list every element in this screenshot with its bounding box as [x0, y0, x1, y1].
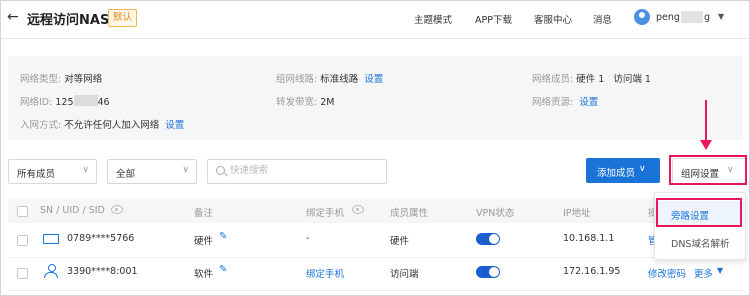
user-icon	[44, 264, 58, 278]
change-password-link[interactable]: 修改密码	[648, 266, 686, 280]
resource-setting-link[interactable]: 设置	[579, 97, 598, 108]
row-phone: -	[306, 233, 310, 244]
eye-icon[interactable]	[352, 205, 364, 214]
row-sn: 3390****8:001	[67, 266, 138, 277]
row-remark: 软件	[194, 269, 214, 280]
edit-pencil-icon[interactable]: ✎	[219, 231, 227, 242]
network-resources: 网络资源: 设置	[532, 97, 599, 108]
arrow-left-icon[interactable]: ←	[7, 9, 19, 25]
edit-pencil-icon[interactable]: ✎	[219, 264, 227, 275]
chevron-down-icon: ∨	[82, 165, 89, 175]
table-row: 0789****5766 硬件 ✎ - 硬件 10.168.1.1 管	[8, 223, 743, 258]
default-badge: 默认	[108, 9, 138, 27]
caret-down-icon[interactable]: ▼	[718, 12, 724, 21]
col-sn: SN / UID / SID	[40, 205, 105, 216]
vpn-toggle[interactable]	[476, 233, 500, 245]
row-ip: 172.16.1.95	[563, 266, 621, 277]
bind-phone-link[interactable]: 绑定手机	[306, 266, 344, 280]
row-member-attr: 硬件	[390, 236, 410, 247]
network-id: 网络ID: 125 46	[20, 95, 110, 108]
row-member-attr: 访问端	[390, 269, 419, 280]
group-link: 组网线路: 标准线路 设置	[276, 74, 384, 85]
avatar[interactable]	[634, 9, 650, 25]
chevron-down-icon: ∨	[182, 165, 189, 175]
col-phone: 绑定手机	[306, 208, 345, 219]
row-remark: 硬件	[194, 236, 214, 247]
annotation-highlight-menu-item	[656, 198, 742, 227]
menu-item-dns-resolution[interactable]: DNS域名解析	[655, 229, 745, 253]
search-input[interactable]	[230, 163, 380, 178]
annotation-arrow-head	[700, 140, 712, 150]
page-title: 远程访问NAS	[27, 13, 110, 28]
nav-support[interactable]: 客服中心	[534, 12, 572, 26]
col-ip: IP地址	[563, 208, 591, 219]
member-filter-select[interactable]: 所有成员 ∨	[8, 159, 97, 184]
network-type: 网络类型: 对等网络	[20, 74, 103, 85]
row-sn: 0789****5766	[67, 233, 135, 244]
nav-messages[interactable]: 消息	[593, 12, 612, 26]
row-ip: 10.168.1.1	[563, 233, 615, 244]
row-checkbox[interactable]	[17, 235, 28, 246]
header-divider	[1, 38, 749, 39]
vpn-toggle[interactable]	[476, 266, 500, 278]
hardware-device-icon	[43, 234, 59, 245]
row-checkbox[interactable]	[17, 268, 28, 279]
nav-theme-mode[interactable]: 主题模式	[414, 12, 452, 26]
col-member-attr: 成员属性	[390, 208, 429, 219]
add-member-button[interactable]: 添加成员 ∨	[586, 158, 660, 183]
more-link[interactable]: 更多	[694, 266, 713, 280]
join-method-setting-link[interactable]: 设置	[165, 120, 184, 131]
group-link-setting-link[interactable]: 设置	[364, 74, 383, 85]
join-method: 入网方式: 不允许任何人加入网络 设置	[20, 120, 185, 131]
user-name[interactable]: peng	[656, 12, 680, 23]
annotation-highlight-box	[669, 155, 747, 185]
nav-app-download[interactable]: APP下载	[475, 12, 512, 26]
chevron-down-icon: ∨	[639, 164, 646, 174]
network-members: 网络成员: 硬件 1 访问端 1	[532, 74, 651, 85]
search-icon	[216, 166, 225, 175]
table-header: SN / UID / SID 备注 绑定手机 成员属性 VPN状态 IP地址 操	[8, 199, 743, 223]
status-filter-select[interactable]: 全部 ∨	[107, 159, 197, 184]
user-name-suffix[interactable]: g	[704, 12, 710, 23]
col-vpn-status: VPN状态	[476, 208, 515, 219]
annotation-arrow-line	[705, 100, 707, 142]
search-box	[207, 159, 387, 184]
col-remark: 备注	[194, 208, 214, 219]
eye-icon[interactable]	[111, 205, 123, 214]
caret-down-icon[interactable]: ▼	[717, 266, 723, 275]
table-row: 3390****8:001 软件 ✎ 绑定手机 访问端 172.16.1.95 …	[8, 256, 743, 291]
select-all-checkbox[interactable]	[17, 206, 28, 217]
network-id-mask	[73, 95, 98, 106]
forward-bandwidth: 转发带宽: 2M	[276, 97, 335, 108]
user-name-mask	[681, 11, 703, 23]
